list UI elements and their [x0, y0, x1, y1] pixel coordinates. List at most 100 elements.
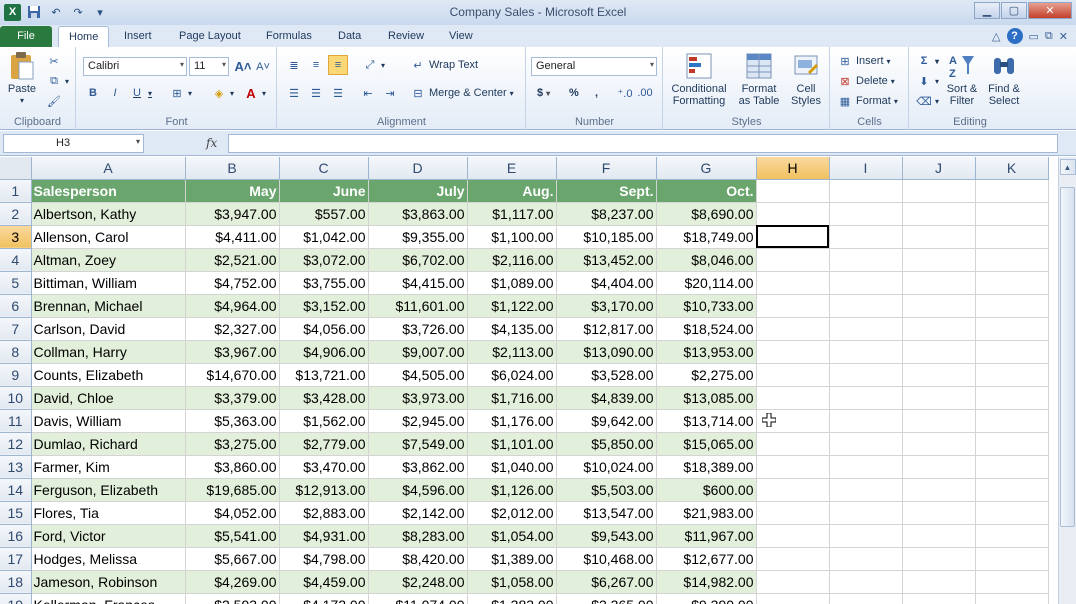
sales-value-cell[interactable]: $10,024.00 — [556, 455, 657, 479]
underline-button[interactable]: U ▾ — [129, 85, 152, 101]
sales-value-cell[interactable]: $10,733.00 — [656, 294, 757, 318]
sales-value-cell[interactable]: $18,749.00 — [656, 225, 757, 249]
sales-value-cell[interactable]: $4,056.00 — [279, 317, 369, 341]
empty-cell[interactable] — [902, 179, 976, 203]
sales-value-cell[interactable]: $1,122.00 — [467, 294, 557, 318]
empty-cell[interactable] — [829, 248, 903, 272]
sales-value-cell[interactable]: $4,269.00 — [185, 570, 280, 594]
empty-cell[interactable] — [902, 317, 976, 341]
font-name-combo[interactable]: Calibri ▾ — [83, 57, 187, 76]
sales-value-cell[interactable]: $4,906.00 — [279, 340, 369, 364]
insert-cells-button[interactable]: ⊞ Insert ▾ — [837, 53, 890, 69]
cut-button[interactable]: ✂ — [46, 53, 62, 69]
empty-cell[interactable] — [975, 547, 1049, 571]
empty-cell[interactable] — [902, 409, 976, 433]
empty-cell[interactable] — [902, 340, 976, 364]
row-header[interactable]: 8 — [0, 340, 32, 364]
row-header[interactable]: 3 — [0, 225, 32, 249]
sales-value-cell[interactable]: $3,755.00 — [279, 271, 369, 295]
sales-value-cell[interactable]: $11,074.00 — [368, 593, 468, 604]
sales-value-cell[interactable]: $18,389.00 — [656, 455, 757, 479]
font-name-dropdown-icon[interactable]: ▾ — [180, 60, 184, 69]
row-header[interactable]: 14 — [0, 478, 32, 502]
row-header[interactable]: 4 — [0, 248, 32, 272]
sales-value-cell[interactable]: $5,667.00 — [185, 547, 280, 571]
empty-cell[interactable] — [829, 294, 903, 318]
empty-cell[interactable] — [756, 524, 830, 548]
tab-home[interactable]: Home — [58, 26, 110, 47]
sales-value-cell[interactable]: $1,040.00 — [467, 455, 557, 479]
sales-value-cell[interactable]: $13,547.00 — [556, 501, 657, 525]
sales-value-cell[interactable]: $4,459.00 — [279, 570, 369, 594]
row-header[interactable]: 15 — [0, 501, 32, 525]
empty-cell[interactable] — [756, 386, 830, 410]
empty-cell[interactable] — [829, 501, 903, 525]
insert-function-button[interactable]: fx — [206, 136, 217, 150]
sales-value-cell[interactable]: $4,798.00 — [279, 547, 369, 571]
tab-review[interactable]: Review — [378, 26, 434, 47]
empty-cell[interactable] — [902, 501, 976, 525]
empty-cell[interactable] — [975, 179, 1049, 203]
orientation-button[interactable]: ⤢ ▾ — [362, 57, 385, 73]
salesperson-cell[interactable]: Counts, Elizabeth — [31, 363, 186, 387]
scrollbar-thumb[interactable] — [1060, 187, 1075, 527]
name-box[interactable]: H3 ▾ — [3, 134, 144, 153]
sales-value-cell[interactable]: $3,947.00 — [185, 202, 280, 226]
empty-cell[interactable] — [756, 248, 830, 272]
format-cells-button[interactable]: ▦ Format ▾ — [837, 93, 898, 109]
empty-cell[interactable] — [829, 363, 903, 387]
font-size-dropdown-icon[interactable]: ▾ — [222, 60, 226, 69]
sales-value-cell[interactable]: $1,126.00 — [467, 478, 557, 502]
sales-value-cell[interactable]: $1,716.00 — [467, 386, 557, 410]
empty-cell[interactable] — [829, 179, 903, 203]
copy-button[interactable]: ⧉ ▾ — [46, 73, 69, 89]
sales-value-cell[interactable]: $4,404.00 — [556, 271, 657, 295]
sales-value-cell[interactable]: $10,468.00 — [556, 547, 657, 571]
sales-value-cell[interactable]: $7,549.00 — [368, 432, 468, 456]
sales-value-cell[interactable]: $11,967.00 — [656, 524, 757, 548]
sales-value-cell[interactable]: $4,752.00 — [185, 271, 280, 295]
salesperson-cell[interactable]: Ferguson, Elizabeth — [31, 478, 186, 502]
salesperson-cell[interactable]: Ford, Victor — [31, 524, 186, 548]
sales-value-cell[interactable]: $2,883.00 — [279, 501, 369, 525]
column-header-c[interactable]: C — [279, 157, 369, 180]
empty-cell[interactable] — [975, 570, 1049, 594]
row-header[interactable]: 12 — [0, 432, 32, 456]
sales-value-cell[interactable]: $3,072.00 — [279, 248, 369, 272]
tab-formulas[interactable]: Formulas — [256, 26, 322, 47]
empty-cell[interactable] — [902, 478, 976, 502]
align-middle-button[interactable]: ≡ — [308, 57, 324, 73]
sales-value-cell[interactable]: $3,275.00 — [185, 432, 280, 456]
row-header[interactable]: 17 — [0, 547, 32, 571]
minimize-ribbon-icon[interactable]: △ — [992, 30, 1000, 43]
sales-value-cell[interactable]: $557.00 — [279, 202, 369, 226]
select-all-corner[interactable] — [0, 157, 32, 180]
sales-value-cell[interactable]: $3,862.00 — [368, 455, 468, 479]
empty-cell[interactable] — [829, 570, 903, 594]
salesperson-cell[interactable]: Altman, Zoey — [31, 248, 186, 272]
empty-cell[interactable] — [756, 179, 830, 203]
vertical-scrollbar[interactable]: ▲ — [1058, 157, 1076, 604]
sales-value-cell[interactable]: $3,967.00 — [185, 340, 280, 364]
tab-file[interactable]: File — [0, 26, 52, 47]
fill-color-button[interactable]: ◈ ▾ — [211, 85, 234, 101]
align-right-button[interactable]: ☰ — [330, 85, 346, 101]
sales-value-cell[interactable]: $9,390.00 — [656, 593, 757, 604]
sales-value-cell[interactable]: $1,101.00 — [467, 432, 557, 456]
sales-value-cell[interactable]: $1,176.00 — [467, 409, 557, 433]
empty-cell[interactable] — [902, 593, 976, 604]
align-center-button[interactable]: ☰ — [308, 85, 324, 101]
sales-value-cell[interactable]: $8,237.00 — [556, 202, 657, 226]
sales-value-cell[interactable]: $10,185.00 — [556, 225, 657, 249]
sales-value-cell[interactable]: $3,152.00 — [279, 294, 369, 318]
sales-value-cell[interactable]: $2,248.00 — [368, 570, 468, 594]
salesperson-cell[interactable]: Kellerman, Frances — [31, 593, 186, 604]
maximize-icon[interactable]: ▢ — [1001, 2, 1027, 19]
sales-value-cell[interactable]: $3,528.00 — [556, 363, 657, 387]
sales-value-cell[interactable]: $8,420.00 — [368, 547, 468, 571]
comma-style-button[interactable]: , — [595, 87, 598, 99]
empty-cell[interactable] — [902, 432, 976, 456]
column-title-cell[interactable]: Aug. — [467, 179, 557, 203]
sales-value-cell[interactable]: $11,601.00 — [368, 294, 468, 318]
sales-value-cell[interactable]: $9,642.00 — [556, 409, 657, 433]
